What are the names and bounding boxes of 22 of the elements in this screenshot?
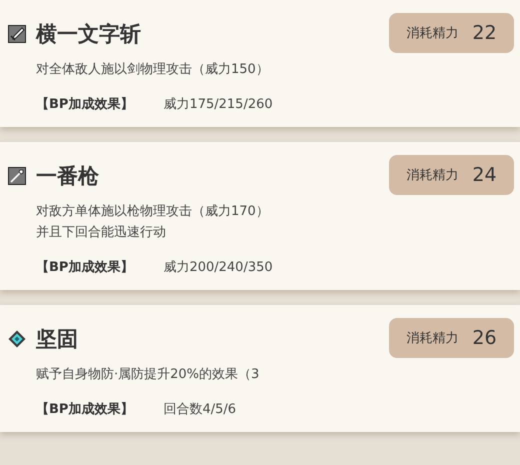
cost-value: 24 bbox=[472, 164, 497, 186]
skill-title: 一番枪 bbox=[36, 163, 99, 190]
sword-icon bbox=[8, 25, 26, 43]
cost-label: 消耗精力 bbox=[406, 330, 458, 347]
spear-icon bbox=[8, 167, 26, 185]
bp-value: 威力175/215/260 bbox=[163, 96, 273, 113]
skill-description: 赋予自身物防·属防提升20%的效果（3 bbox=[36, 366, 260, 384]
skill-description: 对敌方单体施以枪物理攻击（威力170） bbox=[36, 203, 270, 221]
bp-label: 【BP加成效果】 bbox=[36, 96, 134, 113]
bp-label: 【BP加成效果】 bbox=[36, 401, 134, 418]
bp-value: 威力200/240/350 bbox=[163, 259, 273, 276]
cost-value: 26 bbox=[472, 327, 497, 349]
skill-description: 并且下回合能迅速行动 bbox=[36, 224, 167, 242]
skill-title: 坚固 bbox=[36, 326, 78, 353]
cost-value: 22 bbox=[472, 22, 497, 44]
cost-label: 消耗精力 bbox=[406, 25, 458, 42]
skill-description: 对全体敌人施以剑物理攻击（威力150） bbox=[36, 61, 270, 79]
cost-label: 消耗精力 bbox=[406, 167, 458, 184]
bp-label: 【BP加成效果】 bbox=[36, 259, 134, 276]
bp-value: 回合数4/5/6 bbox=[163, 401, 236, 418]
diamond-icon bbox=[8, 330, 26, 348]
skill-title: 横一文字斩 bbox=[36, 21, 141, 48]
